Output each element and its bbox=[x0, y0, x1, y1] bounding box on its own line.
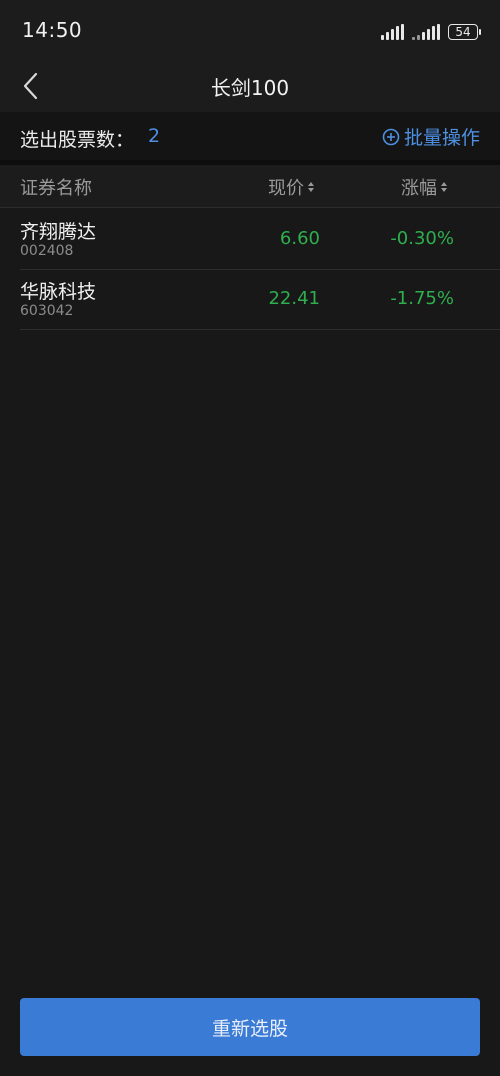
battery-icon: 54 bbox=[448, 24, 481, 40]
cellular-signal-icon bbox=[381, 24, 404, 40]
header: 长剑100 bbox=[0, 60, 500, 112]
stock-code: 002408 bbox=[20, 243, 74, 259]
table-row[interactable]: 华脉科技 603042 22.41 -1.75% bbox=[20, 269, 500, 330]
stock-change: -0.30% bbox=[390, 228, 454, 249]
page-title: 长剑100 bbox=[210, 76, 290, 100]
batch-operation-label: 批量操作 bbox=[403, 127, 480, 149]
reselect-stocks-button[interactable]: 重新选股 bbox=[20, 998, 480, 1056]
column-header-price-label: 现价 bbox=[268, 178, 304, 199]
selected-count-label: 选出股票数： bbox=[20, 129, 135, 151]
battery-level: 54 bbox=[455, 25, 471, 39]
stock-price: 22.41 bbox=[268, 288, 320, 309]
stock-price: 6.60 bbox=[279, 228, 320, 249]
table-row[interactable]: 齐翔腾达 002408 6.60 -0.30% bbox=[20, 209, 500, 270]
stock-name: 齐翔腾达 bbox=[20, 221, 97, 243]
plus-circle-icon bbox=[382, 128, 400, 145]
stock-name: 华脉科技 bbox=[20, 281, 97, 303]
stock-code: 603042 bbox=[20, 303, 74, 319]
column-header-name-label: 证券名称 bbox=[20, 178, 92, 199]
column-header-name: 证券名称 bbox=[20, 174, 92, 200]
sort-icon bbox=[441, 182, 447, 192]
sort-icon bbox=[308, 182, 314, 192]
column-header-change[interactable]: 涨幅 bbox=[401, 174, 447, 200]
status-time: 14:50 bbox=[22, 18, 83, 42]
selection-summary: 选出股票数： 2 批量操作 bbox=[0, 112, 500, 165]
stock-change: -1.75% bbox=[390, 288, 454, 309]
wifi-signal-icon bbox=[412, 24, 440, 40]
column-header-price[interactable]: 现价 bbox=[268, 174, 314, 200]
status-icons: 54 bbox=[381, 20, 481, 40]
status-bar: 14:50 54 bbox=[0, 0, 500, 60]
column-header-change-label: 涨幅 bbox=[401, 178, 437, 199]
table-header: 证券名称 现价 涨幅 bbox=[0, 165, 500, 208]
batch-operation-button[interactable]: 批量操作 bbox=[382, 123, 480, 150]
screen: 14:50 54 长剑100 选出股票数： 2 批量操作 证券名称 现价 涨幅 … bbox=[0, 0, 500, 1076]
selected-count-value: 2 bbox=[148, 125, 161, 147]
